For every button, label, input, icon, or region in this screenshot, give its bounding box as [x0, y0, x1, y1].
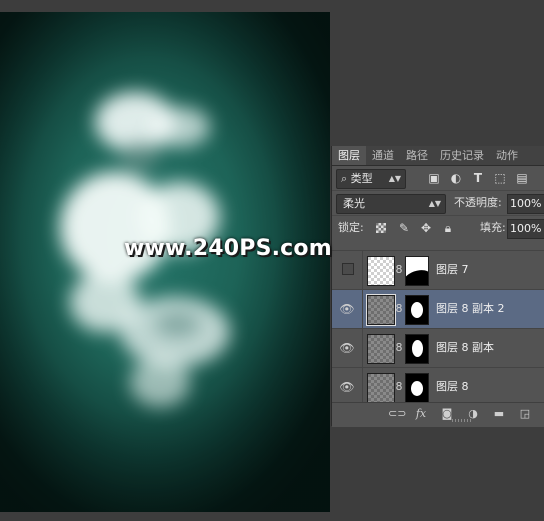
- layer-thumbnail: [367, 373, 395, 403]
- image-filter-icon[interactable]: ▣: [428, 172, 440, 184]
- watermark-text: www.240PS.com: [124, 236, 332, 261]
- lock-icon[interactable]: 🔒︎: [442, 222, 454, 234]
- layer-thumbnail: [367, 256, 395, 286]
- new-layer-icon[interactable]: ◲: [518, 407, 532, 421]
- link-layers-icon[interactable]: ⊂⊃: [388, 407, 406, 421]
- lock-row: 锁定: ✎ ✥ 🔒︎ 填充: 100%: [332, 215, 544, 240]
- panel-tabs: 图层 通道 路径 历史记录 动作: [332, 146, 544, 166]
- link-icon[interactable]: 8: [395, 380, 403, 393]
- search-icon: ⌕: [341, 172, 348, 185]
- layer-list: 8 图层 7 👁︎ 8 图层 8 副本 2 👁︎ 8 图层 8 副本 👁︎ 8 …: [332, 250, 544, 406]
- filter-kind-label: 类型: [350, 172, 373, 185]
- chevron-updown-icon: ▲▼: [428, 199, 441, 208]
- eye-icon[interactable]: 👁︎: [338, 341, 356, 355]
- lock-label: 锁定:: [338, 221, 364, 234]
- layer-thumbnail: [367, 334, 395, 364]
- blend-mode-value: 柔光: [343, 197, 365, 210]
- filter-kind-dropdown[interactable]: ⌕ 类型 ▲▼: [336, 169, 406, 189]
- link-icon[interactable]: 8: [395, 341, 403, 354]
- layer-mask-thumbnail[interactable]: [405, 334, 429, 364]
- document-canvas[interactable]: [0, 12, 330, 512]
- tab-actions[interactable]: 动作: [490, 146, 524, 165]
- filter-row: ⌕ 类型 ▲▼ ▣ ◐ T ⬚ ▤: [332, 166, 544, 190]
- panel-footer: ⊂⊃ fx ◙ ◑ ▬ ◲: [332, 402, 544, 427]
- chevron-updown-icon: ▲▼: [388, 174, 401, 183]
- layer-row[interactable]: 👁︎ 8 图层 8: [332, 367, 544, 406]
- layer-mask-thumbnail[interactable]: [405, 295, 429, 325]
- type-filter-icon[interactable]: T: [472, 172, 484, 184]
- smart-object-filter-icon[interactable]: ▤: [516, 172, 528, 184]
- blend-mode-dropdown[interactable]: 柔光 ▲▼: [336, 194, 446, 214]
- layer-name[interactable]: 图层 8 副本: [436, 329, 494, 367]
- opacity-input[interactable]: 100%: [507, 194, 544, 214]
- layer-mask-thumbnail[interactable]: [405, 256, 429, 286]
- eye-icon[interactable]: 👁︎: [338, 302, 356, 316]
- eye-icon[interactable]: 👁︎: [338, 380, 356, 394]
- blend-row: 柔光 ▲▼ 不透明度: 100%: [332, 190, 544, 215]
- link-icon[interactable]: 8: [395, 263, 403, 276]
- tab-history[interactable]: 历史记录: [434, 146, 490, 165]
- lock-transparent-icon[interactable]: [376, 223, 386, 233]
- layer-name[interactable]: 图层 7: [436, 251, 469, 289]
- layer-row[interactable]: 8 图层 7: [332, 250, 544, 289]
- fill-input[interactable]: 100%: [507, 219, 544, 239]
- fill-label: 填充:: [480, 221, 506, 234]
- vignette-overlay: [0, 12, 330, 512]
- move-icon[interactable]: ✥: [420, 222, 432, 234]
- visibility-toggle[interactable]: [342, 263, 354, 275]
- layers-panel: 图层 通道 路径 历史记录 动作 ⌕ 类型 ▲▼ ▣ ◐ T ⬚ ▤ 柔光 ▲▼…: [331, 146, 544, 427]
- link-icon[interactable]: 8: [395, 302, 403, 315]
- shape-filter-icon[interactable]: ⬚: [494, 172, 506, 184]
- layer-name[interactable]: 图层 8: [436, 368, 469, 406]
- tab-layers[interactable]: 图层: [332, 146, 366, 165]
- brush-icon[interactable]: ✎: [398, 222, 410, 234]
- resize-grip[interactable]: [452, 419, 472, 422]
- adjustment-filter-icon[interactable]: ◐: [450, 172, 462, 184]
- new-group-icon[interactable]: ▬: [492, 407, 506, 421]
- layer-row[interactable]: 👁︎ 8 图层 8 副本 2: [332, 289, 544, 328]
- opacity-label: 不透明度:: [454, 196, 502, 209]
- layer-name[interactable]: 图层 8 副本 2: [436, 290, 505, 328]
- tab-paths[interactable]: 路径: [400, 146, 434, 165]
- tab-channels[interactable]: 通道: [366, 146, 400, 165]
- layer-mask-thumbnail[interactable]: [405, 373, 429, 403]
- layer-row[interactable]: 👁︎ 8 图层 8 副本: [332, 328, 544, 367]
- layer-thumbnail: [366, 294, 396, 326]
- fx-icon[interactable]: fx: [414, 407, 428, 421]
